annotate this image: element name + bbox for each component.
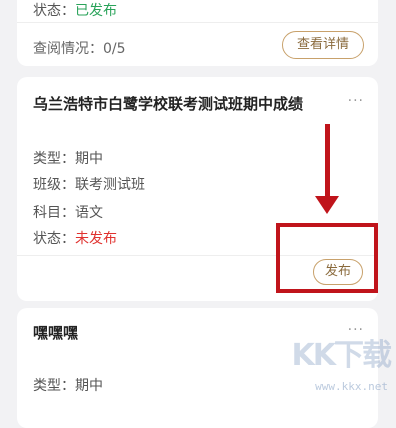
class-row: 班级：联考测试班 xyxy=(33,174,145,194)
status-value: 已发布 xyxy=(75,3,117,19)
type-row: 类型：期中 xyxy=(33,375,103,395)
annotation-arrow-shaft xyxy=(325,124,330,200)
annotation-arrow-icon xyxy=(315,196,339,214)
status-label: 状态： xyxy=(33,3,75,19)
view-status: 查阅情况：0/5 xyxy=(33,41,126,57)
status-label: 状态： xyxy=(33,231,75,247)
class-label: 班级： xyxy=(33,177,75,193)
view-details-button[interactable]: 查看详情 xyxy=(282,31,364,59)
watermark-logo: KK下载 xyxy=(291,338,392,373)
type-value: 期中 xyxy=(75,151,103,167)
subject-value: 语文 xyxy=(75,205,103,221)
annotation-highlight-box xyxy=(276,223,378,293)
exam-card-published: 状态：已发布 查阅情况：0/5 查看详情 xyxy=(17,0,378,66)
status-value: 未发布 xyxy=(75,231,117,247)
type-label: 类型： xyxy=(33,151,75,167)
exam-title: 乌兰浩特市白鹭学校联考测试班期中成绩 xyxy=(33,95,304,113)
subject-label: 科目： xyxy=(33,205,75,221)
type-row: 类型：期中 xyxy=(33,148,103,168)
more-options-icon[interactable]: ··· xyxy=(348,93,364,109)
subject-row: 科目：语文 xyxy=(33,202,103,222)
status-row: 状态：已发布 xyxy=(33,0,117,20)
type-label: 类型： xyxy=(33,378,75,394)
site-watermark: KK下载 www.kkx.net xyxy=(292,330,392,396)
divider xyxy=(17,22,378,23)
class-value: 联考测试班 xyxy=(75,177,145,193)
status-row: 状态：未发布 xyxy=(33,228,117,248)
exam-title: 嘿嘿嘿 xyxy=(33,324,79,342)
watermark-url: www.kkx.net xyxy=(315,380,388,393)
type-value: 期中 xyxy=(75,378,103,394)
